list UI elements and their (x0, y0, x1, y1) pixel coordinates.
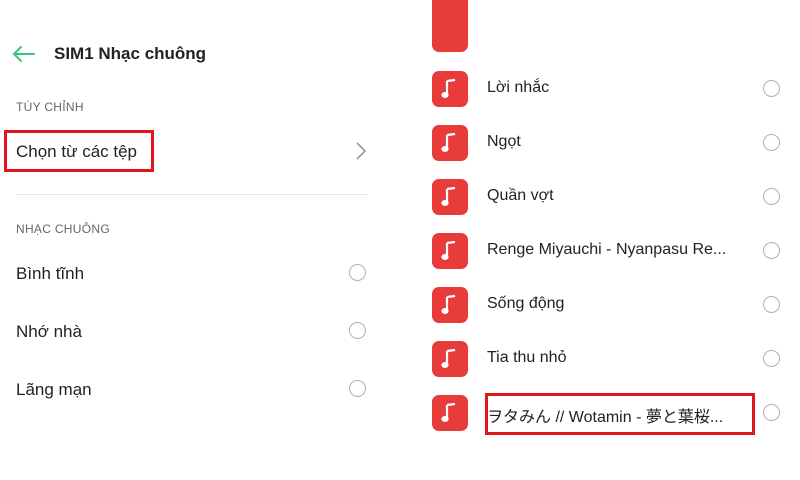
music-note-icon (432, 71, 468, 107)
ringtone-item[interactable]: Renge Miyauchi - Nyanpasu Re... (420, 226, 800, 276)
section-header-ringtones: NHẠC CHUÔNG (16, 222, 110, 236)
ringtone-item-label: Renge Miyauchi - Nyanpasu Re... (487, 241, 727, 258)
radio-button[interactable] (763, 80, 780, 97)
music-note-icon (432, 341, 468, 377)
music-note-icon (432, 125, 468, 161)
radio-button[interactable] (349, 322, 366, 339)
music-note-icon (432, 395, 468, 431)
ringtone-option-label: Lãng mạn (16, 380, 92, 399)
ringtone-item[interactable]: Tia thu nhỏ (420, 334, 800, 384)
radio-button[interactable] (763, 296, 780, 313)
chevron-right-icon (356, 142, 367, 160)
ringtone-item[interactable]: Sống động (420, 280, 800, 330)
highlight-box (4, 130, 154, 172)
ringtone-item-label: Lời nhắc (487, 79, 550, 96)
ringtone-option-label: Bình tĩnh (16, 264, 85, 283)
radio-button[interactable] (763, 242, 780, 259)
music-note-icon (432, 233, 468, 269)
radio-button[interactable] (763, 404, 780, 421)
ringtone-option[interactable]: Nhớ nhà (0, 306, 380, 356)
music-note-icon (432, 179, 468, 215)
ringtone-item-label: Tia thu nhỏ (487, 349, 567, 366)
radio-button[interactable] (763, 188, 780, 205)
section-header-custom: TÙY CHỈNH (16, 100, 84, 114)
divider (16, 194, 368, 195)
page-title: SIM1 Nhạc chuông (54, 44, 207, 63)
ringtone-option-label: Nhớ nhà (16, 322, 82, 341)
ringtone-item-label: Sống động (487, 295, 565, 312)
ringtone-item-label: Ngọt (487, 133, 521, 150)
ringtone-item[interactable]: Quần vợt (420, 172, 800, 222)
ringtone-item[interactable]: Ngọt (420, 118, 800, 168)
ringtone-option[interactable]: Lãng mạn (0, 364, 380, 414)
radio-button[interactable] (763, 134, 780, 151)
ringtone-item-label: Quần vợt (487, 187, 554, 204)
radio-button[interactable] (349, 264, 366, 281)
ringtone-settings-panel: SIM1 Nhạc chuông TÙY CHỈNH Chọn từ các t… (0, 0, 380, 480)
ringtone-option[interactable]: Bình tĩnh (0, 248, 380, 298)
back-arrow-icon[interactable] (10, 42, 36, 66)
highlight-box (485, 393, 755, 435)
ringtone-item[interactable]: Lời nhắc (420, 64, 800, 114)
radio-button[interactable] (349, 380, 366, 397)
radio-button[interactable] (763, 350, 780, 367)
music-note-icon (432, 287, 468, 323)
